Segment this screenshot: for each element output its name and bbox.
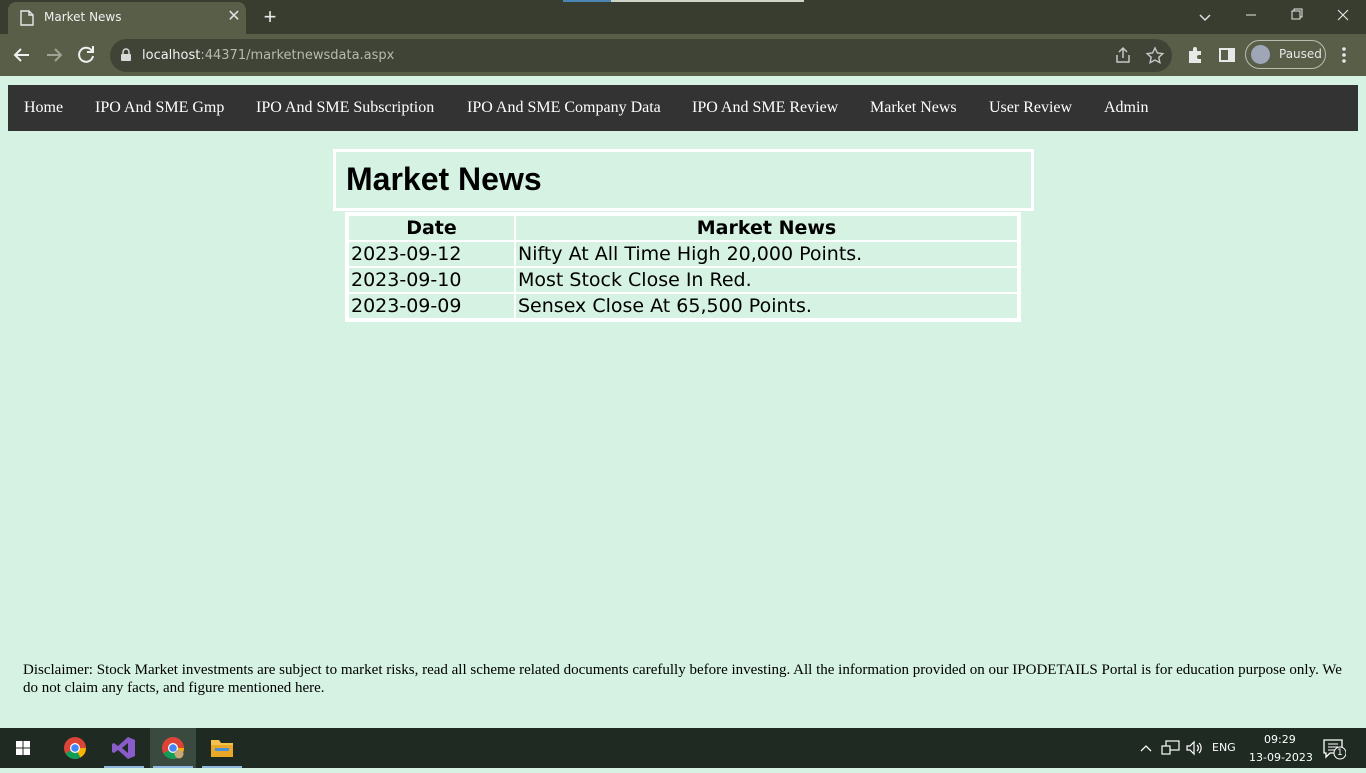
disclaimer-text: Disclaimer: Stock Market investments are… [23, 662, 1342, 696]
url-path: :44371/marketnewsdata.aspx [200, 48, 395, 63]
table-row: 2023-09-12 Nifty At All Time High 20,000… [348, 241, 1018, 267]
close-tab-icon[interactable]: ✕ [224, 7, 244, 27]
volume-icon[interactable] [1185, 739, 1205, 757]
windows-taskbar: ENG 09:29 13-09-2023 1 [0, 728, 1366, 768]
page-title: Market News [346, 161, 542, 197]
new-tab-button[interactable]: + [258, 5, 282, 29]
column-header-market-news: Market News [515, 215, 1018, 241]
clock-time[interactable]: 09:29 [1264, 733, 1296, 746]
profile-button[interactable]: Paused [1245, 40, 1326, 69]
column-header-date: Date [348, 215, 515, 241]
nav-ipo-sme-subscription[interactable]: IPO And SME Subscription [256, 99, 434, 117]
chrome-icon [64, 737, 86, 759]
news-date: 2023-09-09 [348, 293, 515, 319]
minimize-icon[interactable] [1228, 0, 1274, 30]
nav-ipo-sme-company-data[interactable]: IPO And SME Company Data [467, 99, 661, 117]
visual-studio-icon [112, 737, 135, 759]
nav-market-news[interactable]: Market News [870, 99, 957, 117]
news-date: 2023-09-12 [348, 241, 515, 267]
bookmark-star-icon[interactable] [1145, 46, 1165, 66]
browser-tab-strip: Market News ✕ + [0, 0, 1366, 34]
tab-title: Market News [44, 10, 122, 24]
nav-ipo-sme-review[interactable]: IPO And SME Review [692, 99, 838, 117]
nav-home[interactable]: Home [24, 99, 63, 117]
reload-icon[interactable] [74, 43, 98, 67]
browser-tab-active[interactable]: Market News ✕ [8, 2, 246, 34]
news-headline: Most Stock Close In Red. [515, 267, 1018, 293]
restore-icon[interactable] [1274, 0, 1320, 30]
browser-toolbar: localhost:44371/marketnewsdata.aspx Paus… [0, 34, 1366, 76]
chevron-up-icon[interactable] [1138, 740, 1154, 756]
news-date: 2023-09-10 [348, 267, 515, 293]
nav-admin[interactable]: Admin [1104, 99, 1148, 117]
site-navigation: Home IPO And SME Gmp IPO And SME Subscri… [8, 85, 1358, 131]
news-headline: Nifty At All Time High 20,000 Points. [515, 241, 1018, 267]
clock-date[interactable]: 13-09-2023 [1249, 751, 1313, 764]
avatar [1251, 45, 1270, 64]
visual-studio-taskbar-icon[interactable] [101, 728, 147, 768]
chrome-profile-icon [162, 737, 184, 759]
notification-badge: 1 [1337, 748, 1343, 758]
side-panel-icon[interactable] [1215, 43, 1239, 67]
input-language[interactable]: ENG [1212, 741, 1236, 754]
url-host: localhost [142, 48, 201, 63]
page-title-box: Market News [333, 149, 1034, 211]
close-window-icon[interactable] [1320, 0, 1366, 30]
more-menu-icon[interactable] [1334, 43, 1354, 67]
news-headline: Sensex Close At 65,500 Points. [515, 293, 1018, 319]
address-bar[interactable]: localhost:44371/marketnewsdata.aspx [110, 39, 1172, 72]
nav-user-review[interactable]: User Review [989, 99, 1072, 117]
network-icon[interactable] [1161, 739, 1181, 757]
file-explorer-taskbar-icon[interactable] [199, 728, 245, 768]
table-row: 2023-09-10 Most Stock Close In Red. [348, 267, 1018, 293]
nav-ipo-sme-gmp[interactable]: IPO And SME Gmp [95, 99, 224, 117]
page-icon [20, 10, 34, 26]
folder-icon [211, 740, 233, 757]
back-arrow-icon[interactable] [10, 43, 34, 67]
extensions-puzzle-icon[interactable] [1183, 43, 1207, 67]
share-icon[interactable] [1113, 46, 1133, 66]
lock-icon[interactable] [120, 48, 132, 62]
market-news-table: Date Market News 2023-09-12 Nifty At All… [345, 212, 1021, 322]
chevron-down-icon[interactable] [1194, 6, 1216, 28]
tab-strip-accent [563, 0, 611, 2]
profile-status: Paused [1279, 47, 1322, 61]
forward-arrow-icon[interactable] [42, 43, 66, 67]
url-text: localhost:44371/marketnewsdata.aspx [142, 48, 394, 63]
chrome-taskbar-icon[interactable] [52, 728, 98, 768]
windows-start-icon[interactable] [0, 728, 46, 768]
page-content: Home IPO And SME Gmp IPO And SME Subscri… [0, 76, 1366, 728]
table-row: 2023-09-09 Sensex Close At 65,500 Points… [348, 293, 1018, 319]
chrome-active-taskbar-icon[interactable] [150, 728, 196, 768]
table-header-row: Date Market News [348, 215, 1018, 241]
